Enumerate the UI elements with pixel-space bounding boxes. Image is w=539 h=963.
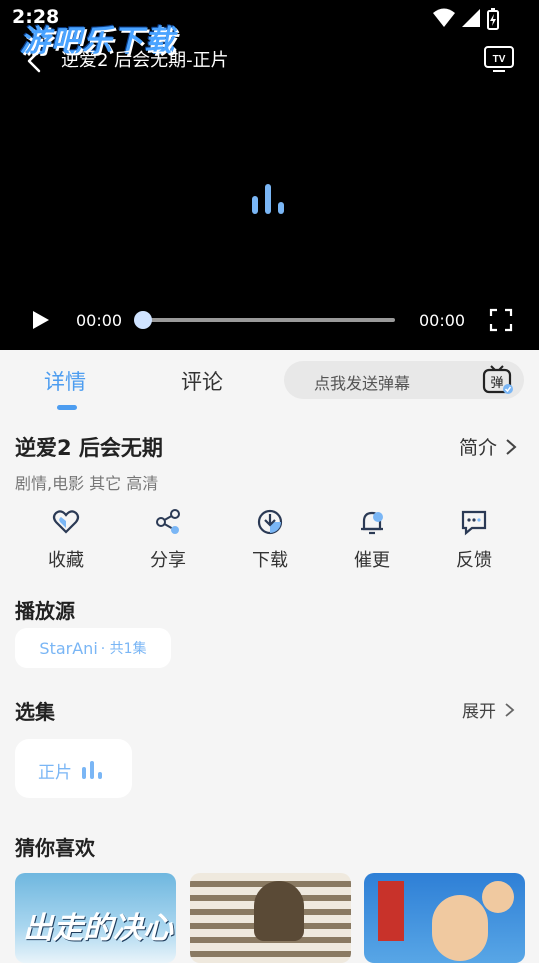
source-chip[interactable]: StarAni · 共1集 <box>15 628 171 668</box>
bell-icon <box>361 511 383 535</box>
feedback-button[interactable]: 反馈 <box>423 508 525 572</box>
episodes-section-title: 选集 <box>15 700 55 724</box>
share-label: 分享 <box>150 550 186 571</box>
chevron-right-icon <box>505 702 515 717</box>
share-button[interactable]: 分享 <box>117 508 219 572</box>
source-section-title: 播放源 <box>15 599 75 623</box>
favorite-label: 收藏 <box>48 550 84 571</box>
heart-icon <box>52 510 80 534</box>
recommend-card[interactable]: 出走的决心 <box>15 873 176 963</box>
remind-update-label: 催更 <box>354 550 390 571</box>
progress-bar[interactable] <box>142 318 395 322</box>
tab-details[interactable]: 详情 <box>44 366 86 396</box>
now-playing-icon <box>82 761 102 779</box>
danmaku-icon-text: 弹 <box>490 376 503 391</box>
action-row: 收藏 分享 下载 催更 反馈 <box>15 508 525 572</box>
fullscreen-icon[interactable] <box>489 308 513 332</box>
download-icon <box>257 509 283 535</box>
expand-label: 展开 <box>462 702 496 722</box>
favorite-button[interactable]: 收藏 <box>15 508 117 572</box>
total-time: 00:00 <box>419 311 466 330</box>
recommend-section-title: 猜你喜欢 <box>15 836 95 860</box>
download-label: 下载 <box>252 550 288 571</box>
recommend-card[interactable] <box>364 873 525 963</box>
recommend-card-face <box>432 895 488 961</box>
current-time: 00:00 <box>76 311 123 330</box>
danmaku-placeholder: 点我发送弹幕 <box>314 374 411 393</box>
feedback-icon <box>461 510 487 536</box>
wifi-icon <box>433 8 455 27</box>
cast-tv-icon[interactable]: TV <box>483 44 515 74</box>
show-meta: 剧情,电影 其它 高清 <box>15 474 159 493</box>
tab-comments[interactable]: 评论 <box>181 366 223 396</box>
battery-icon <box>487 8 499 30</box>
source-count: · 共1集 <box>100 641 147 657</box>
recommend-card-title: 出走的决心 <box>23 911 173 946</box>
recommend-card-face <box>482 881 514 913</box>
show-title: 逆爱2 后会无期 <box>15 436 163 460</box>
danmaku-toggle-icon[interactable]: 弹 <box>482 365 514 395</box>
intro-label: 简介 <box>458 437 497 459</box>
recommend-card-sign <box>378 881 404 941</box>
source-name: StarAni <box>39 638 98 658</box>
feedback-label: 反馈 <box>456 550 492 571</box>
signal-icon <box>462 9 480 27</box>
video-title: 逆爱2 后会无期-正片 <box>61 50 229 71</box>
play-icon[interactable] <box>28 308 52 332</box>
intro-link[interactable]: 简介 <box>459 433 517 460</box>
expand-episodes-link[interactable]: 展开 <box>462 697 515 722</box>
video-player[interactable]: 2:28 游吧乐下载 逆爱2 后会无期-正片 TV 00:00 00:00 <box>0 0 539 350</box>
loading-bars-icon <box>252 184 284 214</box>
recommend-card[interactable] <box>190 873 351 963</box>
episode-item[interactable]: 正片 <box>15 739 132 798</box>
progress-thumb[interactable] <box>134 311 152 329</box>
share-icon <box>156 509 180 534</box>
back-icon[interactable] <box>20 46 50 76</box>
download-button[interactable]: 下载 <box>219 508 321 572</box>
status-icons <box>433 8 499 30</box>
episode-label: 正片 <box>38 763 72 783</box>
danmaku-input[interactable]: 点我发送弹幕 弹 <box>284 361 524 399</box>
svg-text:TV: TV <box>493 54 506 65</box>
remind-update-button[interactable]: 催更 <box>321 508 423 572</box>
recommend-card-figure <box>254 881 304 941</box>
tab-active-indicator <box>57 405 77 410</box>
chevron-right-icon <box>506 438 517 455</box>
